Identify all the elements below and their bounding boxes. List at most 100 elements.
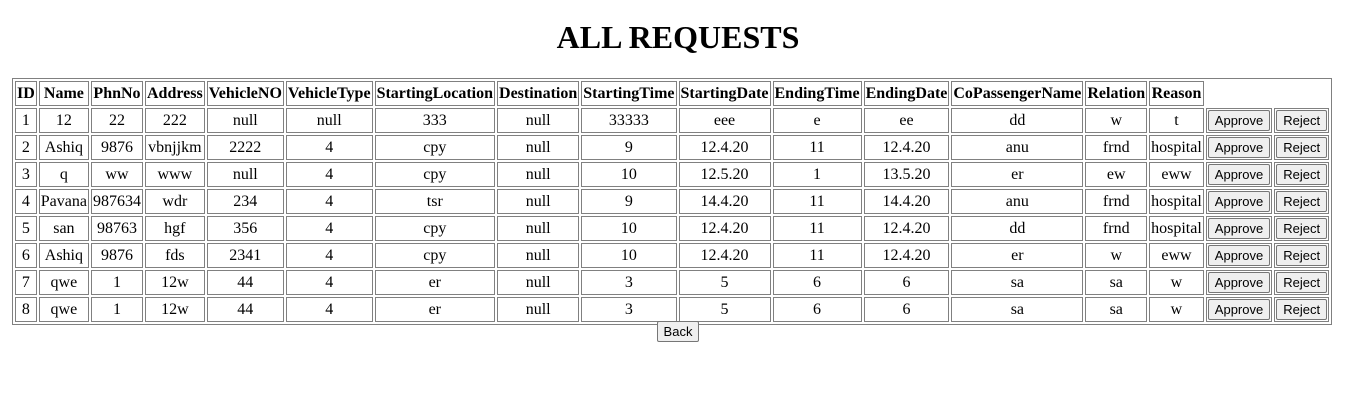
reject-cell: Reject — [1274, 162, 1330, 187]
table-cell-reason: w — [1149, 270, 1204, 295]
reject-button[interactable]: Reject — [1276, 110, 1328, 131]
table-cell-vehicleno: 2222 — [206, 135, 284, 160]
approve-button[interactable]: Approve — [1207, 137, 1271, 158]
table-cell-destination: null — [497, 270, 580, 295]
table-cell-phnno: 9876 — [90, 243, 143, 268]
reject-button[interactable]: Reject — [1276, 245, 1328, 266]
table-row: 8 qwe 1 12w 44 4 er null 3 5 6 6 sa sa w Approve Reject — [15, 297, 1330, 322]
table-cell-vehicletype: 4 — [285, 135, 373, 160]
table-cell-id: 5 — [15, 216, 37, 241]
table-cell-name: 12 — [38, 108, 89, 133]
table-row: 2 Ashiq 9876 vbnjjkm 2222 4 cpy null 9 12.4.20 11 1… — [15, 135, 1330, 160]
requests-table-wrapper: ID Name PhnNo Address VehicleNO VehicleType St… — [12, 78, 1333, 325]
table-cell-startingtime: 10 — [581, 162, 677, 187]
table-cell-destination: null — [497, 135, 580, 160]
table-cell-name: Pavana — [38, 189, 89, 214]
reject-button[interactable]: Reject — [1276, 299, 1328, 320]
column-header-endingdate: EndingDate — [863, 81, 950, 106]
reject-cell: Reject — [1274, 243, 1330, 268]
table-cell-copassengername: er — [951, 162, 1084, 187]
approve-cell: Approve — [1205, 270, 1273, 295]
table-cell-endingdate: 6 — [863, 270, 950, 295]
table-cell-destination: null — [497, 189, 580, 214]
back-button-container: Back — [0, 321, 1356, 342]
approve-cell: Approve — [1205, 162, 1273, 187]
table-cell-relation: sa — [1085, 270, 1148, 295]
table-cell-phnno: 9876 — [90, 135, 143, 160]
table-cell-address: vbnjjkm — [144, 135, 205, 160]
table-cell-reason: eww — [1149, 162, 1204, 187]
approve-button[interactable]: Approve — [1207, 299, 1271, 320]
table-cell-copassengername: er — [951, 243, 1084, 268]
reject-button[interactable]: Reject — [1276, 218, 1328, 239]
table-cell-endingtime: 11 — [772, 216, 862, 241]
column-header-startingdate: StartingDate — [678, 81, 771, 106]
table-cell-copassengername: sa — [951, 297, 1084, 322]
reject-cell: Reject — [1274, 270, 1330, 295]
table-cell-reason: w — [1149, 297, 1204, 322]
column-header-address: Address — [144, 81, 205, 106]
reject-button[interactable]: Reject — [1276, 164, 1328, 185]
table-cell-address: 12w — [144, 297, 205, 322]
column-header-vehicletype: VehicleType — [285, 81, 373, 106]
table-cell-reason: eww — [1149, 243, 1204, 268]
table-cell-name: q — [38, 162, 89, 187]
table-cell-startingtime: 9 — [581, 189, 677, 214]
approve-button[interactable]: Approve — [1207, 218, 1271, 239]
table-row: 6 Ashiq 9876 fds 2341 4 cpy null 10 12.4.20 11 12.4… — [15, 243, 1330, 268]
back-button[interactable]: Back — [656, 321, 700, 342]
table-cell-address: fds — [144, 243, 205, 268]
table-cell-endingtime: 1 — [772, 162, 862, 187]
table-cell-relation: ew — [1085, 162, 1148, 187]
requests-table: ID Name PhnNo Address VehicleNO VehicleType St… — [12, 78, 1333, 325]
table-cell-id: 8 — [15, 297, 37, 322]
table-cell-address: 12w — [144, 270, 205, 295]
table-cell-endingtime: 6 — [772, 270, 862, 295]
table-cell-vehicletype: 4 — [285, 162, 373, 187]
reject-button[interactable]: Reject — [1276, 272, 1328, 293]
table-cell-vehicleno: 44 — [206, 270, 284, 295]
approve-button[interactable]: Approve — [1207, 272, 1271, 293]
table-cell-endingdate: 12.4.20 — [863, 135, 950, 160]
column-header-vehicleno: VehicleNO — [206, 81, 284, 106]
table-cell-copassengername: anu — [951, 135, 1084, 160]
approve-button[interactable]: Approve — [1207, 110, 1271, 131]
column-header-name: Name — [38, 81, 89, 106]
table-cell-startingdate: 12.4.20 — [678, 216, 771, 241]
table-cell-vehicleno: 234 — [206, 189, 284, 214]
approve-button[interactable]: Approve — [1207, 191, 1271, 212]
table-cell-destination: null — [497, 297, 580, 322]
table-cell-startinglocation: cpy — [374, 135, 496, 160]
approve-button[interactable]: Approve — [1207, 245, 1271, 266]
table-cell-vehicletype: 4 — [285, 189, 373, 214]
table-cell-startinglocation: 333 — [374, 108, 496, 133]
table-cell-phnno: 1 — [90, 270, 143, 295]
table-cell-id: 4 — [15, 189, 37, 214]
table-cell-startingtime: 3 — [581, 297, 677, 322]
table-cell-name: san — [38, 216, 89, 241]
table-cell-endingtime: 11 — [772, 189, 862, 214]
table-cell-endingdate: 12.4.20 — [863, 216, 950, 241]
column-header-reason: Reason — [1149, 81, 1204, 106]
table-cell-relation: frnd — [1085, 216, 1148, 241]
table-cell-endingdate: 14.4.20 — [863, 189, 950, 214]
approve-cell: Approve — [1205, 108, 1273, 133]
table-cell-vehicletype: 4 — [285, 216, 373, 241]
approve-button[interactable]: Approve — [1207, 164, 1271, 185]
table-cell-startingdate: 12.4.20 — [678, 135, 771, 160]
table-cell-startingtime: 10 — [581, 243, 677, 268]
table-cell-name: Ashiq — [38, 135, 89, 160]
table-cell-reason: t — [1149, 108, 1204, 133]
table-body: 1 12 22 222 null null 333 null 33333 eee e ee dd w t Ap… — [15, 108, 1330, 322]
table-cell-destination: null — [497, 216, 580, 241]
table-cell-vehicleno: null — [206, 108, 284, 133]
table-cell-name: Ashiq — [38, 243, 89, 268]
reject-button[interactable]: Reject — [1276, 191, 1328, 212]
table-cell-endingtime: 11 — [772, 135, 862, 160]
table-cell-startingtime: 3 — [581, 270, 677, 295]
table-cell-id: 2 — [15, 135, 37, 160]
reject-button[interactable]: Reject — [1276, 137, 1328, 158]
table-cell-reason: hospital — [1149, 189, 1204, 214]
table-cell-id: 6 — [15, 243, 37, 268]
table-cell-startinglocation: tsr — [374, 189, 496, 214]
